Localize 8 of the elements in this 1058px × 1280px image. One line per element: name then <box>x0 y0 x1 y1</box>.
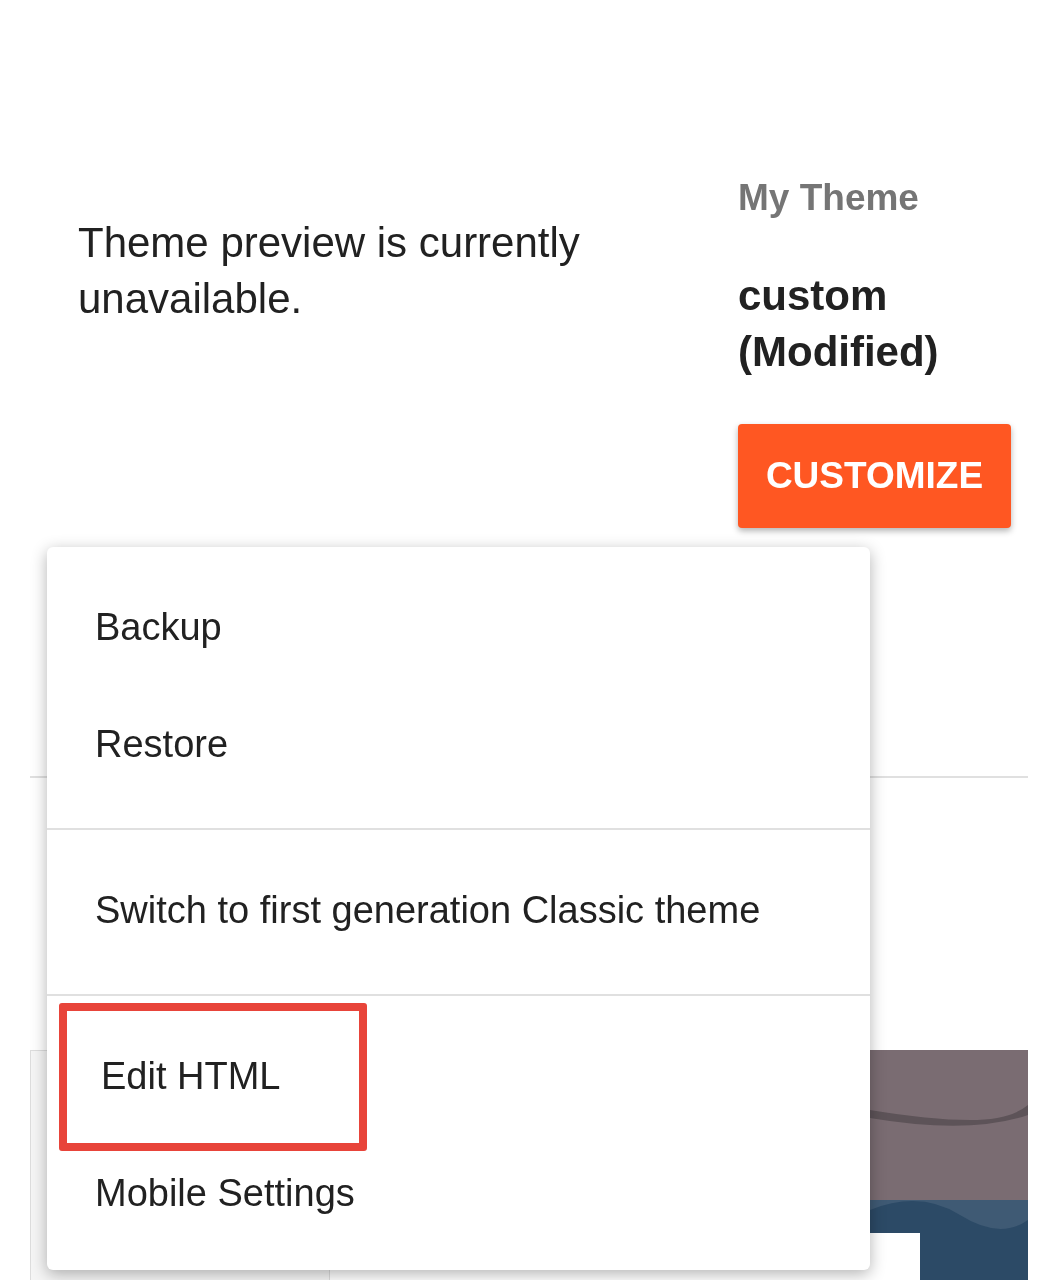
menu-item[interactable]: Switch to first generation Classic theme <box>59 882 797 939</box>
menu-item[interactable]: Restore <box>59 716 265 773</box>
menu-item[interactable]: Mobile Settings <box>59 1165 391 1222</box>
menu-item[interactable]: Backup <box>59 599 258 656</box>
preview-message: Theme preview is currently unavailable. <box>78 218 581 324</box>
menu-item[interactable]: Edit HTML <box>59 1002 367 1151</box>
theme-name: custom (Modified) <box>738 271 940 377</box>
theme-label: My Theme <box>738 176 919 220</box>
